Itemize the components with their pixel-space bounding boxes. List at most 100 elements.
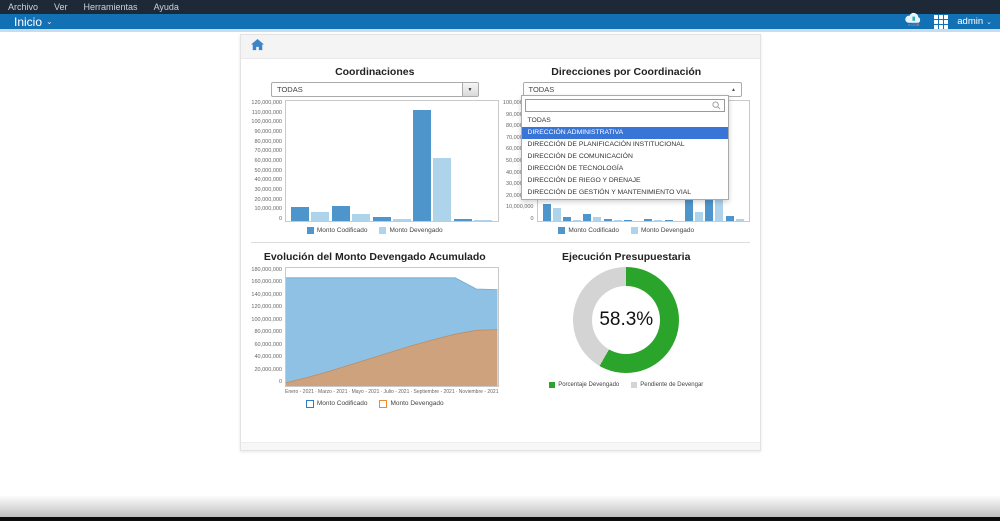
dropdown-option[interactable]: DIRECCIÓN DE PLANIFICACIÓN INSTITUCIONAL [522,139,728,151]
bar-group [454,218,493,221]
chart-legend: Porcentaje Devengado Pendiente de Devenga… [503,380,751,389]
home-icon[interactable] [251,38,264,56]
x-tick-label: · [380,389,383,395]
dropdown-option[interactable]: DIRECCIÓN DE RIEGO Y DRENAJE [522,175,728,187]
window-bottom-shadow [0,495,1000,517]
bar-monto-devengado [392,219,411,221]
page-title: Inicio [14,14,43,29]
bar-monto-devengado [573,219,582,221]
legend-swatch [305,399,314,408]
legend-label: Monto Devengado [390,400,444,407]
bar-monto-devengado [695,212,704,221]
dropdown-option[interactable]: DIRECCIÓN DE GESTIÓN Y MANTENIMIENTO VIA… [522,187,728,199]
chart-legend: Monto Codificado Monto Devengado [503,226,751,235]
dropdown-option[interactable]: DIRECCIÓN DE TECNOLOGÍA [522,163,728,175]
bar-monto-codificado [603,219,612,221]
search-icon [711,101,720,110]
chart-title: Ejecución Presupuestaria [562,251,691,263]
chart-title: Evolución del Monto Devengado Acumulado [263,251,486,263]
x-tick-label: Mayo - 2021 [351,389,380,395]
y-tick-label: 100,000,000 [251,119,282,126]
x-axis-labels: Enero - 2021 · Marzo - 2021 · Mayo - 2021 · Ju… [285,389,499,395]
chart-direcciones: Direcciones por Coordinación TODAS ▲ 100… [501,64,753,235]
dropdown-option[interactable]: DIRECCIÓN ADMINISTRATIVA [521,127,728,139]
y-tick-label: 20,000,000 [254,366,282,373]
bar-group [372,217,411,221]
coordinaciones-select[interactable]: TODAS ▼ [271,82,479,97]
y-tick-label: 0 [278,215,282,222]
page-title-menu[interactable]: Inicio ⌄ [14,15,53,29]
chevron-down-icon: ⌄ [46,17,53,26]
appbar: Inicio ⌄ e-GOB admin ⌄ [0,12,1000,32]
y-tick-label: 80,000,000 [254,138,282,145]
legend-swatch [630,227,638,234]
section-divider [251,242,750,243]
legend-swatch [631,381,638,388]
legend-label: Monto Codificado [316,400,368,407]
y-tick-label: 140,000,000 [251,291,282,298]
chevron-down-icon: ⌄ [986,18,992,26]
user-menu[interactable]: admin ⌄ [957,16,992,27]
menu-item-ayuda[interactable]: Ayuda [154,0,179,14]
dropdown-option[interactable]: TODAS [522,115,728,127]
bar-group [624,219,643,221]
menu-item-ver[interactable]: Ver [54,0,68,14]
legend-label: Monto Codificado [316,227,368,234]
direcciones-dropdown: TODAS DIRECCIÓN ADMINISTRATIVA DIRECCIÓN D… [520,95,729,200]
y-tick-label: 80,000,000 [254,329,282,336]
select-value: TODAS [277,85,303,94]
bar-group [644,219,663,221]
y-tick-label: 120,000,000 [251,304,282,311]
legend-swatch [306,227,314,234]
legend-item: Monto Devengado [379,399,444,408]
x-tick-label: Noviembre - 2021 [458,389,499,395]
legend-swatch [379,399,388,408]
y-tick-label: 10,000,000 [505,204,534,211]
menu-item-archivo[interactable]: Archivo [8,0,38,14]
bar-monto-codificado [454,218,473,221]
bar-monto-codificado [583,213,592,221]
chart-evolucion: Evolución del Monto Devengado Acumulado … [249,249,501,408]
legend-item: Monto Devengado [379,227,443,234]
menubar: Archivo Ver Herramientas Ayuda [0,0,1000,14]
y-tick-label: 110,000,000 [251,109,282,116]
user-name: admin [957,16,984,27]
y-tick-label: 0 [278,378,282,385]
legend-label: Monto Devengado [640,227,695,234]
select-dropdown-button[interactable]: ▼ [461,83,478,96]
apps-grid-icon[interactable] [934,14,949,29]
legend-item: Monto Codificado [558,227,619,234]
dropdown-option[interactable]: DIRECCIÓN DE COMUNICACIÓN [522,151,728,163]
bar-monto-devengado [474,220,493,221]
menu-item-herramientas[interactable]: Herramientas [84,0,138,14]
bar-plot [285,100,499,222]
y-tick-label: 50,000,000 [254,167,282,174]
legend-swatch [379,227,387,234]
legend-item: Monto Codificado [306,227,368,234]
card-footer [241,442,760,450]
y-tick-label: 90,000,000 [254,128,282,135]
bar-monto-devengado [613,220,622,221]
cloud-logo-icon: e-GOB [903,12,925,32]
legend-label: Monto Codificado [568,227,619,234]
legend-item: Pendiente de Devengar [631,381,703,388]
bar-monto-codificado [413,110,432,221]
x-tick-label: Septiembre - 2021 [413,389,455,395]
x-tick-label: Julio - 2021 [383,389,410,395]
y-tick-label: 40,000,000 [254,177,282,184]
y-tick-label: 100,000,000 [251,316,282,323]
donut-chart: 58.3% [573,267,680,373]
bar-monto-codificado [725,216,734,221]
chart-coordinaciones: Coordinaciones TODAS ▼ 120,000,000 110,00… [249,64,501,235]
bar-monto-devengado [433,158,452,221]
x-tick-label: · [410,389,413,395]
bar-monto-devengado [654,220,663,221]
legend-swatch [558,227,566,234]
dropdown-search-input[interactable] [525,100,712,111]
chart-title: Coordinaciones [335,66,415,78]
y-tick-label: 160,000,000 [251,279,282,286]
bar-monto-codificado [291,207,310,221]
legend-label: Monto Devengado [389,227,443,234]
y-tick-label: 40,000,000 [254,354,282,361]
y-tick-label: 60,000,000 [254,341,282,348]
